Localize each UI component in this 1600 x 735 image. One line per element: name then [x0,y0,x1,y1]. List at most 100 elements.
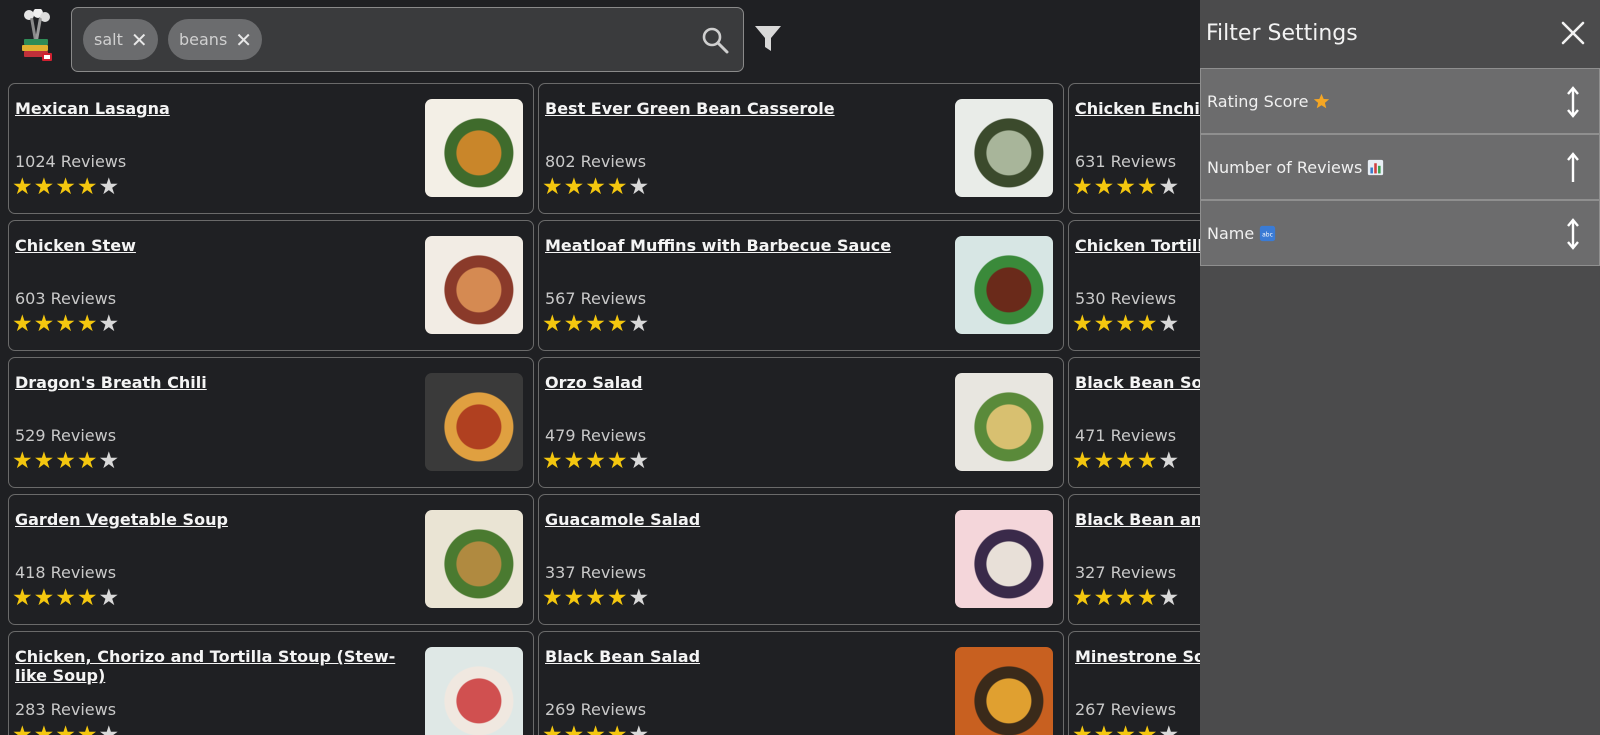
star-icon: ★ [542,174,564,200]
chip-label: beans [179,30,228,49]
filter-icon[interactable] [754,24,782,54]
star-rating: ★★★★★ [12,449,120,473]
star-icon: ★ [1072,722,1094,735]
recipe-thumbnail[interactable] [955,99,1053,197]
recipe-card[interactable]: Chicken Stew 603 Reviews ★★★★★ [8,220,534,351]
star-icon: ★ [585,311,607,337]
recipe-title-link[interactable]: Orzo Salad [545,373,935,392]
review-count: 267 Reviews [1075,700,1177,719]
recipe-thumbnail[interactable] [425,99,523,197]
recipe-thumbnail[interactable] [955,373,1053,471]
star-icon: ★ [1136,448,1159,474]
search-bar[interactable]: salt ✕ beans ✕ [71,7,744,72]
star-icon: ★ [542,448,564,474]
star-icon: ★ [1158,722,1181,735]
star-icon: ★ [98,448,121,474]
star-icon: ★ [628,311,651,337]
review-count: 418 Reviews [15,563,117,582]
remove-chip-icon[interactable]: ✕ [131,30,148,50]
recipe-title-link[interactable]: Guacamole Salad [545,510,935,529]
review-count: 567 Reviews [545,289,647,308]
star-rating: ★★★★★ [1072,449,1180,473]
star-icon: ★ [563,585,586,611]
review-count: 529 Reviews [15,426,117,445]
star-icon: ★ [76,311,99,337]
sort-option-reviews[interactable]: Number of Reviews [1200,134,1600,200]
recipe-thumbnail[interactable] [425,373,523,471]
recipe-title-link[interactable]: Black Bean Salad [545,647,935,666]
recipe-title-link[interactable]: Chicken, Chorizo and Tortilla Stoup (Ste… [15,647,405,685]
recipe-title-link[interactable]: Garden Vegetable Soup [15,510,405,529]
sort-ascending-icon[interactable] [1565,152,1581,184]
recipe-title-link[interactable]: Dragon's Breath Chili [15,373,405,392]
star-icon: ★ [1115,174,1137,200]
recipe-card[interactable]: Black Bean Salad 269 Reviews ★★★★★ [538,631,1064,735]
star-icon: ★ [1158,448,1181,474]
star-rating: ★★★★★ [12,723,120,735]
star-icon: ★ [1158,311,1181,337]
close-icon[interactable] [1560,20,1586,46]
recipe-thumbnail[interactable] [425,647,523,735]
star-icon: ★ [98,722,121,735]
star-icon: ★ [606,311,629,337]
recipe-card[interactable]: Garden Vegetable Soup 418 Reviews ★★★★★ [8,494,534,625]
recipe-thumbnail[interactable] [955,236,1053,334]
recipe-thumbnail[interactable] [955,510,1053,608]
review-count: 337 Reviews [545,563,647,582]
star-icon: ★ [1136,311,1159,337]
star-icon: ★ [1136,585,1159,611]
recipe-card[interactable]: Orzo Salad 479 Reviews ★★★★★ [538,357,1064,488]
star-icon: ★ [33,448,56,474]
app-logo[interactable] [18,9,54,63]
recipe-thumbnail[interactable] [955,647,1053,735]
recipe-card[interactable]: Mexican Lasagna 1024 Reviews ★★★★★ [8,83,534,214]
star-icon: ★ [1115,585,1137,611]
star-icon: ★ [1093,174,1116,200]
star-rating: ★★★★★ [542,312,650,336]
star-icon: ★ [1158,174,1181,200]
remove-chip-icon[interactable]: ✕ [235,30,252,50]
star-icon: ★ [542,722,564,735]
svg-text:abc: abc [1262,231,1273,238]
recipe-card[interactable]: Chicken, Chorizo and Tortilla Stoup (Ste… [8,631,534,735]
star-icon: ★ [98,174,121,200]
recipe-title-link[interactable]: Best Ever Green Bean Casserole [545,99,935,118]
star-icon: ★ [585,722,607,735]
sort-both-icon[interactable] [1565,86,1581,118]
sort-option-rating[interactable]: Rating Score [1200,68,1600,134]
star-icon: ★ [1093,722,1116,735]
panel-title: Filter Settings [1206,21,1358,46]
recipe-thumbnail[interactable] [425,510,523,608]
star-icon: ★ [33,585,56,611]
star-icon: ★ [1158,585,1181,611]
star-icon: ★ [563,311,586,337]
recipe-title-link[interactable]: Chicken Stew [15,236,405,255]
star-icon: ★ [12,722,34,735]
recipe-card[interactable]: Best Ever Green Bean Casserole 802 Review… [538,83,1064,214]
star-icon: ★ [585,585,607,611]
search-chip-beans[interactable]: beans ✕ [168,19,263,60]
star-icon: ★ [1072,311,1094,337]
search-icon[interactable] [701,26,729,54]
recipe-title-link[interactable]: Meatloaf Muffins with Barbecue Sauce [545,236,935,255]
chip-label: salt [94,30,123,49]
star-rating: ★★★★★ [1072,723,1180,735]
star-icon: ★ [542,311,564,337]
star-rating: ★★★★★ [542,586,650,610]
search-chip-salt[interactable]: salt ✕ [83,19,158,60]
star-icon: ★ [55,722,77,735]
sort-option-label: Name [1207,223,1255,243]
recipe-title-link[interactable]: Mexican Lasagna [15,99,405,118]
recipe-card[interactable]: Guacamole Salad 337 Reviews ★★★★★ [538,494,1064,625]
sort-both-icon[interactable] [1565,218,1581,250]
star-icon: ★ [1072,448,1094,474]
star-icon: ★ [585,448,607,474]
star-icon: ★ [628,722,651,735]
sort-option-label: Number of Reviews [1207,157,1363,177]
star-icon: ★ [55,174,77,200]
star-icon: ★ [12,585,34,611]
recipe-card[interactable]: Meatloaf Muffins with Barbecue Sauce 567 … [538,220,1064,351]
recipe-thumbnail[interactable] [425,236,523,334]
sort-option-name[interactable]: Name abc [1200,200,1600,266]
recipe-card[interactable]: Dragon's Breath Chili 529 Reviews ★★★★★ [8,357,534,488]
